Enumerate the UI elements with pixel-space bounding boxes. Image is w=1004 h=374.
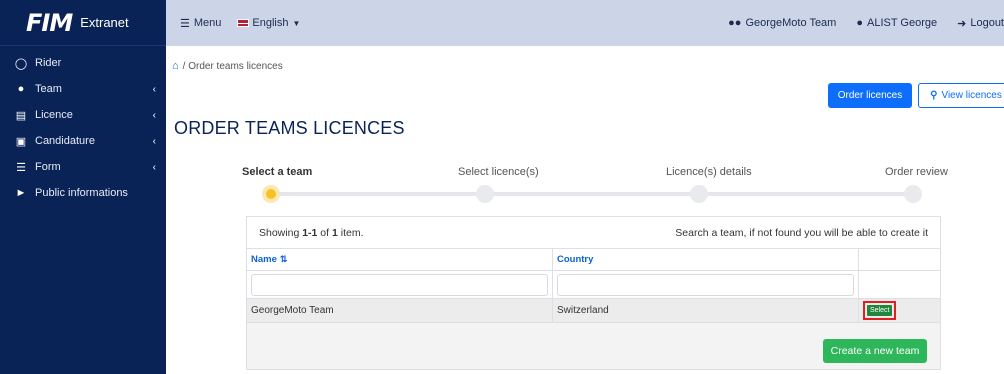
summary-range: 1-1	[302, 226, 318, 239]
column-header-country[interactable]: Country	[553, 249, 859, 271]
sort-ascending-icon: ⇅	[279, 254, 288, 264]
step-dot-select-licences[interactable]	[476, 185, 494, 203]
sidebar: FIM Extranet ◯ Rider ● Team ‹ ▤ Licence …	[0, 0, 166, 374]
language-label: English	[252, 17, 289, 29]
home-icon[interactable]: ⌂	[172, 60, 179, 72]
topbar: ☰ Menu English ▼ ●● GeorgeMoto Team ● AL…	[166, 0, 1004, 46]
user-label: ALIST George	[867, 17, 938, 29]
sidebar-item-candidature[interactable]: ▣ Candidature ‹	[0, 128, 166, 154]
sidebar-item-label: Licence	[35, 109, 73, 121]
sidebar-item-licence[interactable]: ▤ Licence ‹	[0, 102, 166, 128]
sidebar-item-form[interactable]: ☰ Form ‹	[0, 154, 166, 180]
order-stepper: Select a team Select licence(s) Licence(…	[242, 164, 948, 206]
view-licences-label: View licences	[941, 90, 1002, 101]
hamburger-icon: ☰	[180, 17, 190, 30]
column-header-actions	[859, 249, 940, 271]
main-content: ⌂ / Order teams licences Order licences …	[166, 46, 1004, 374]
logout-link[interactable]: ➜ Logout	[957, 17, 1004, 30]
country-filter-input[interactable]	[557, 273, 854, 296]
team-label: GeorgeMoto Team	[745, 17, 837, 29]
view-licences-button[interactable]: ⚲ View licences	[918, 83, 1004, 108]
logout-label: Logout	[970, 17, 1004, 29]
language-dropdown[interactable]: English ▼	[237, 17, 300, 29]
user-icon: ●	[856, 17, 863, 29]
filter-cell-country	[553, 271, 859, 299]
users-icon: ●	[17, 83, 25, 95]
chevron-left-icon: ‹	[152, 135, 156, 147]
column-country-label: Country	[557, 254, 594, 265]
caret-down-icon: ▼	[292, 18, 301, 28]
fim-logo: FIM	[26, 8, 73, 37]
menu-label: Menu	[193, 17, 222, 29]
step-label-select-team: Select a team	[242, 166, 313, 178]
team-country-cell: Switzerland	[553, 299, 859, 323]
column-header-name[interactable]: Name ⇅	[247, 249, 553, 271]
file-icon: ▤	[15, 109, 27, 122]
sidebar-item-label: Form	[35, 161, 61, 173]
results-summary: Showing 1-1 of 1 item.	[259, 227, 364, 239]
step-dot-licence-details[interactable]	[690, 185, 708, 203]
chevron-left-icon: ‹	[152, 83, 156, 95]
card-header: Showing 1-1 of 1 item. Search a team, if…	[247, 217, 940, 249]
team-link[interactable]: ●● GeorgeMoto Team	[728, 17, 836, 29]
summary-prefix: Showing	[259, 226, 303, 239]
list-icon: ☰	[16, 161, 26, 174]
step-dot-order-review[interactable]	[904, 185, 922, 203]
motorcycle-icon: ◯	[14, 57, 28, 70]
uk-flag-icon	[237, 19, 250, 27]
chevron-left-icon: ‹	[152, 161, 156, 173]
select-highlight: Select	[863, 301, 897, 320]
search-icon: ⚲	[930, 90, 938, 101]
sidebar-nav: ◯ Rider ● Team ‹ ▤ Licence ‹ ▣ Candidatu…	[0, 46, 166, 206]
brand[interactable]: FIM Extranet	[0, 0, 166, 46]
teams-table: Name ⇅ Country GeorgeMoto Team Switzerla…	[247, 249, 940, 323]
page-title: ORDER TEAMS LICENCES	[174, 118, 405, 138]
summary-of: of	[317, 226, 332, 239]
team-name-cell: GeorgeMoto Team	[247, 299, 553, 323]
name-filter-input[interactable]	[251, 273, 548, 296]
team-action-cell: Select	[859, 299, 940, 323]
breadcrumb-current: Order teams licences	[188, 60, 283, 72]
table-filter-row	[247, 271, 940, 299]
search-hint: Search a team, if not found you will be …	[675, 226, 928, 239]
summary-suffix: item.	[337, 226, 364, 239]
sidebar-item-label: Team	[35, 83, 62, 95]
menu-toggle[interactable]: ☰ Menu	[180, 17, 221, 30]
team-selection-card: Showing 1-1 of 1 item. Search a team, if…	[246, 216, 941, 370]
table-row: GeorgeMoto Team Switzerland Select	[247, 299, 940, 323]
brand-text: Extranet	[80, 15, 129, 30]
breadcrumb: ⌂ / Order teams licences	[172, 60, 283, 72]
user-link[interactable]: ● ALIST George	[856, 17, 937, 29]
sidebar-item-label: Rider	[35, 57, 62, 69]
sidebar-item-label: Candidature	[35, 135, 95, 147]
filter-cell-actions	[859, 271, 940, 299]
sidebar-item-public-informations[interactable]: ► Public informations	[0, 180, 166, 206]
megaphone-icon: ►	[15, 187, 27, 199]
sidebar-item-rider[interactable]: ◯ Rider	[0, 50, 166, 76]
column-name-label: Name	[251, 254, 277, 265]
sidebar-item-label: Public informations	[35, 187, 128, 199]
create-team-button[interactable]: Create a new team	[823, 339, 927, 363]
users-icon: ●●	[728, 17, 742, 29]
select-team-button[interactable]: Select	[867, 305, 893, 316]
step-label-licence-details: Licence(s) details	[666, 166, 752, 178]
sign-out-icon: ➜	[957, 17, 967, 30]
order-licences-button[interactable]: Order licences	[828, 83, 912, 108]
step-label-order-review: Order review	[885, 166, 948, 178]
stepper-track	[264, 192, 914, 196]
chevron-left-icon: ‹	[152, 109, 156, 121]
step-label-select-licences: Select licence(s)	[458, 166, 539, 178]
sidebar-item-team[interactable]: ● Team ‹	[0, 76, 166, 102]
id-card-icon: ▣	[15, 135, 27, 148]
step-dot-select-team[interactable]	[262, 185, 280, 203]
table-header-row: Name ⇅ Country	[247, 249, 940, 271]
topbar-right: ●● GeorgeMoto Team ● ALIST George ➜ Logo…	[708, 17, 1004, 30]
filter-cell-name	[247, 271, 553, 299]
